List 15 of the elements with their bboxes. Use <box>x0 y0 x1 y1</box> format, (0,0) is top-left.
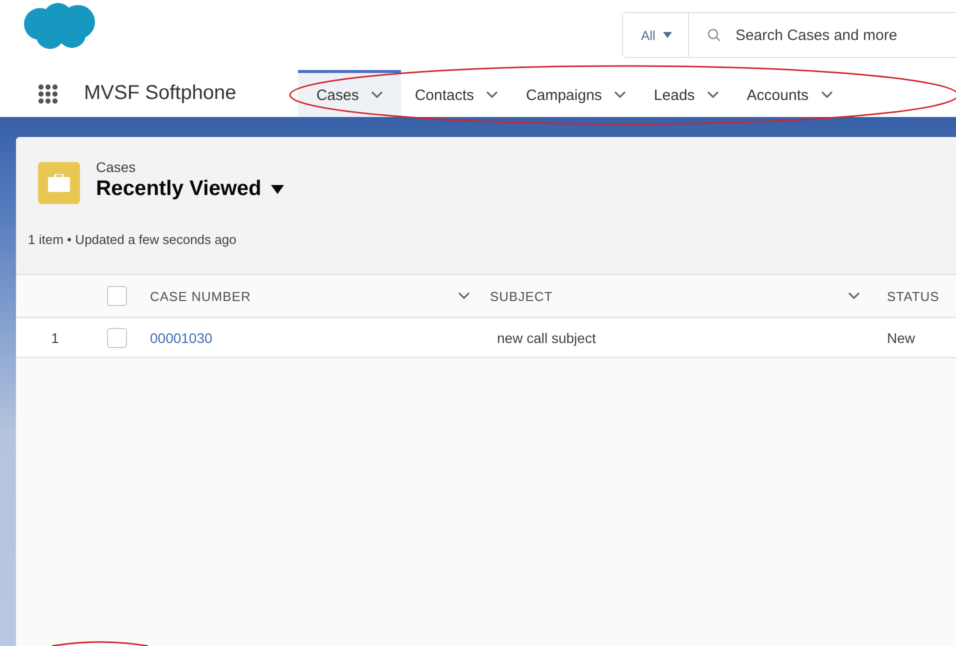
row-number: 1 <box>16 318 94 358</box>
object-label: Cases <box>96 159 137 175</box>
search-field[interactable]: Search Cases and more <box>735 26 936 44</box>
table-cell: new call subject <box>480 318 870 358</box>
nav-tab[interactable]: Cases <box>298 70 401 117</box>
nav-tab[interactable]: Leads <box>640 70 733 117</box>
scope-dropdown[interactable]: All <box>623 13 690 57</box>
nav-tab[interactable]: Contacts <box>400 70 512 117</box>
list-status-text: 1 item • Updated a few seconds ago <box>28 232 238 247</box>
table-cell: New <box>870 318 956 358</box>
nav-tab[interactable]: Campaigns <box>512 70 640 117</box>
nav-tab[interactable]: Accounts <box>732 70 846 117</box>
case-number-link[interactable]: 00001030 <box>150 330 212 346</box>
app-name: MVSF Softphone <box>84 82 236 105</box>
list-view-selector[interactable]: Recently Viewed <box>96 177 284 201</box>
